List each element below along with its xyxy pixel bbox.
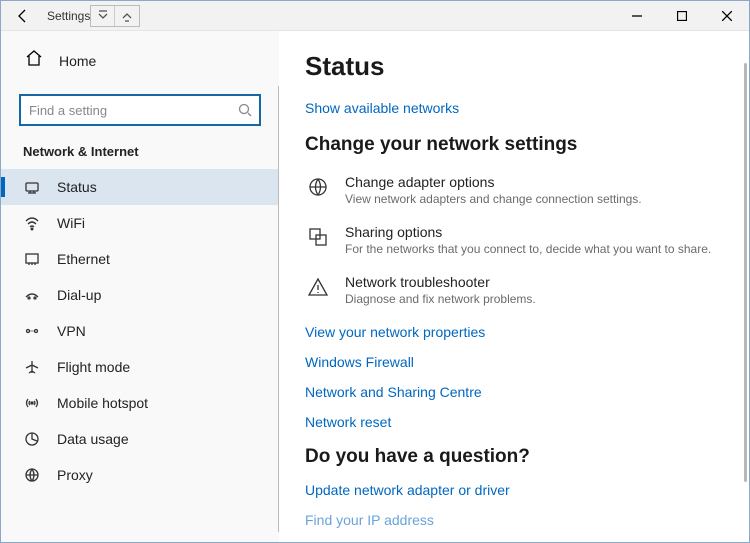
- window-title: Settings: [47, 9, 90, 23]
- search-icon: [231, 103, 259, 117]
- vpn-icon: [23, 323, 41, 339]
- titlebar: Settings: [1, 1, 749, 31]
- sidebar: Home Network & Internet Status WiFi Ethe…: [1, 31, 279, 542]
- link-find-ip[interactable]: Find your IP address: [305, 512, 434, 528]
- sidebar-item-label: Dial-up: [57, 287, 101, 303]
- scrollbar[interactable]: [744, 63, 747, 482]
- home-nav[interactable]: Home: [1, 41, 279, 80]
- page-title: Status: [305, 51, 723, 82]
- hotspot-icon: [23, 395, 41, 411]
- titlebar-extra: [90, 5, 140, 27]
- sidebar-item-label: Flight mode: [57, 359, 130, 375]
- link-update-adapter[interactable]: Update network adapter or driver: [305, 482, 723, 498]
- section-header: Network & Internet: [1, 144, 279, 169]
- sidebar-item-label: Ethernet: [57, 251, 110, 267]
- window-controls: [614, 1, 749, 31]
- link-sharing-centre[interactable]: Network and Sharing Centre: [305, 384, 723, 400]
- minimize-button[interactable]: [614, 1, 659, 31]
- sidebar-item-label: Status: [57, 179, 97, 195]
- sidebar-item-vpn[interactable]: VPN: [1, 313, 279, 349]
- titlebar-extra-2[interactable]: [115, 6, 139, 26]
- main-content: Status Show available networks Change yo…: [279, 31, 749, 542]
- sidebar-item-label: WiFi: [57, 215, 85, 231]
- option-adapter[interactable]: Change adapter options View network adap…: [305, 174, 723, 206]
- sidebar-item-label: VPN: [57, 323, 86, 339]
- ethernet-icon: [23, 251, 41, 267]
- search-input[interactable]: [21, 103, 231, 118]
- option-title: Change adapter options: [345, 174, 642, 190]
- sidebar-item-ethernet[interactable]: Ethernet: [1, 241, 279, 277]
- status-icon: [23, 179, 41, 195]
- sidebar-item-wifi[interactable]: WiFi: [1, 205, 279, 241]
- option-troubleshooter[interactable]: Network troubleshooter Diagnose and fix …: [305, 274, 723, 306]
- sidebar-item-hotspot[interactable]: Mobile hotspot: [1, 385, 279, 421]
- titlebar-extra-1[interactable]: [91, 6, 115, 26]
- proxy-icon: [23, 467, 41, 483]
- back-button[interactable]: [9, 8, 37, 24]
- close-button[interactable]: [704, 1, 749, 31]
- option-desc: Diagnose and fix network problems.: [345, 292, 536, 306]
- airplane-icon: [23, 359, 41, 375]
- link-firewall[interactable]: Windows Firewall: [305, 354, 723, 370]
- wifi-icon: [23, 215, 41, 231]
- sidebar-item-label: Data usage: [57, 431, 129, 447]
- sidebar-item-label: Mobile hotspot: [57, 395, 148, 411]
- sidebar-item-proxy[interactable]: Proxy: [1, 457, 279, 493]
- option-title: Sharing options: [345, 224, 711, 240]
- dialup-icon: [23, 287, 41, 303]
- link-network-reset[interactable]: Network reset: [305, 414, 723, 430]
- warning-icon: [305, 274, 331, 306]
- option-desc: For the networks that you connect to, de…: [345, 242, 711, 256]
- datausage-icon: [23, 431, 41, 447]
- option-sharing[interactable]: Sharing options For the networks that yo…: [305, 224, 723, 256]
- option-title: Network troubleshooter: [345, 274, 536, 290]
- sidebar-item-status[interactable]: Status: [1, 169, 279, 205]
- globe-icon: [305, 174, 331, 206]
- link-properties[interactable]: View your network properties: [305, 324, 723, 340]
- change-settings-header: Change your network settings: [305, 134, 723, 156]
- option-desc: View network adapters and change connect…: [345, 192, 642, 206]
- question-header: Do you have a question?: [305, 446, 723, 468]
- search-box[interactable]: [19, 94, 261, 126]
- home-icon: [25, 49, 43, 72]
- maximize-button[interactable]: [659, 1, 704, 31]
- sidebar-item-label: Proxy: [57, 467, 93, 483]
- sidebar-item-dialup[interactable]: Dial-up: [1, 277, 279, 313]
- show-networks-link[interactable]: Show available networks: [305, 100, 723, 116]
- sharing-icon: [305, 224, 331, 256]
- sidebar-item-datausage[interactable]: Data usage: [1, 421, 279, 457]
- home-label: Home: [59, 53, 96, 69]
- sidebar-item-flightmode[interactable]: Flight mode: [1, 349, 279, 385]
